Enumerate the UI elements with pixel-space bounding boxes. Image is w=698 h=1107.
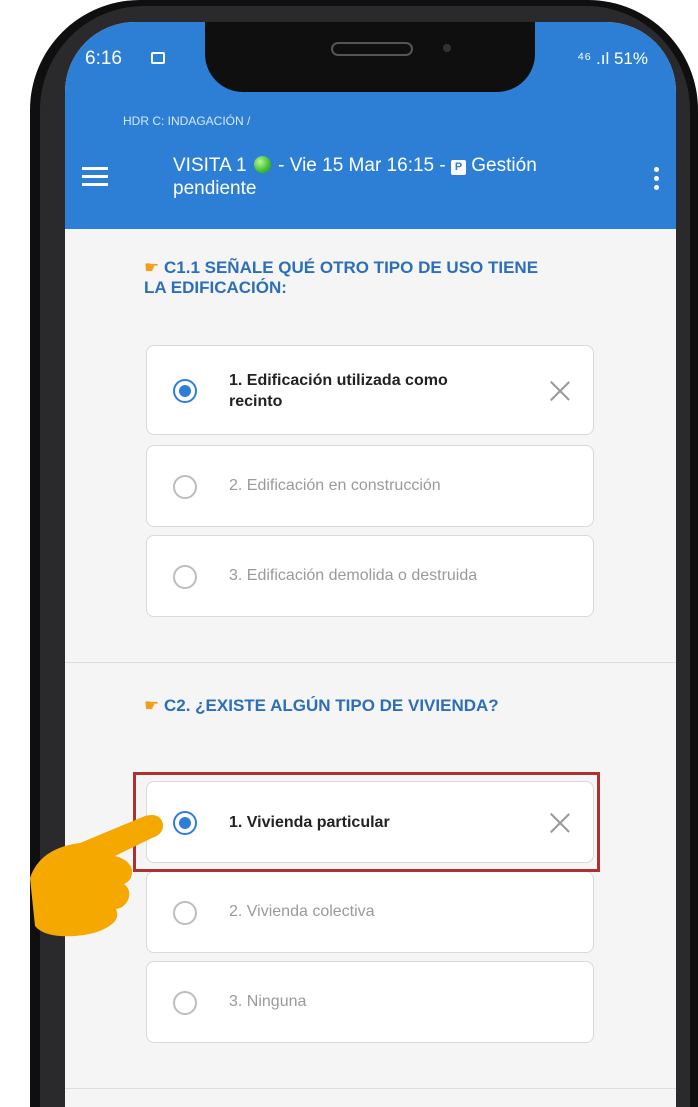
- status-indicators: ⁴⁶ .ıl 51%: [577, 49, 648, 68]
- pointing-hand-icon: ☛: [144, 696, 160, 715]
- camera-icon: [443, 44, 451, 52]
- phone-notch: [205, 22, 535, 92]
- radio-checked-icon[interactable]: [173, 379, 197, 403]
- option-c1-1-3[interactable]: 3. Edificación demolida o destruida: [146, 535, 594, 617]
- more-vert-icon[interactable]: [654, 167, 660, 195]
- radio-unchecked-icon[interactable]: [173, 991, 197, 1015]
- option-label: 2. Edificación en construcción: [229, 477, 441, 494]
- radio-unchecked-icon[interactable]: [173, 565, 197, 589]
- pointing-hand-icon: ☛: [144, 258, 160, 277]
- option-c1-1-2[interactable]: 2. Edificación en construcción: [146, 445, 594, 527]
- option-c1-1-1[interactable]: 1. Edificación utilizada como recinto: [146, 345, 594, 435]
- option-label: 1. Edificación utilizada como recinto: [229, 370, 448, 412]
- radio-unchecked-icon[interactable]: [173, 475, 197, 499]
- highlight-box: [133, 772, 600, 872]
- title-status-line2: pendiente: [173, 178, 257, 199]
- option-label: 2. Vivienda colectiva: [229, 903, 375, 920]
- question-c1-1-line1: C1.1 SEÑALE QUÉ OTRO TIPO DE USO TIENE: [163, 258, 539, 277]
- section-divider: [65, 662, 676, 663]
- question-c1-1-title: ☛ C1.1 SEÑALE QUÉ OTRO TIPO DE USO TIENE…: [144, 258, 538, 298]
- title-date: - Vie 15 Mar 16:15 -: [278, 155, 446, 176]
- image-notification-icon: [151, 52, 165, 64]
- option-label-line2: recinto: [229, 393, 283, 410]
- pointing-hand-icon: [30, 815, 164, 937]
- green-status-icon: [253, 156, 271, 173]
- option-c2-2[interactable]: 2. Vivienda colectiva: [146, 871, 594, 953]
- speaker-icon: [331, 42, 413, 56]
- close-icon[interactable]: [549, 380, 571, 402]
- question-c2-title: ☛ C2. ¿EXISTE ALGÚN TIPO DE VIVIENDA?: [144, 696, 499, 716]
- status-time: 6:16: [85, 48, 122, 69]
- option-label: 3. Ninguna: [229, 993, 307, 1010]
- pending-badge: P: [451, 160, 466, 175]
- question-c2-line1: C2. ¿EXISTE ALGÚN TIPO DE VIVIENDA?: [163, 696, 499, 715]
- radio-unchecked-icon[interactable]: [173, 901, 197, 925]
- app-bar: 6:16 ⁴⁶ .ıl 51% HDR C: INDAGACIÓN / VISI…: [65, 22, 676, 229]
- title-visit: VISITA 1: [173, 155, 247, 176]
- question-c1-1-line2: LA EDIFICACIÓN:: [144, 278, 287, 297]
- option-label: 3. Edificación demolida o destruida: [229, 567, 478, 584]
- option-label-line1: 1. Edificación utilizada como: [229, 372, 448, 389]
- page-title: VISITA 1 - Vie 15 Mar 16:15 - P Gestión …: [173, 154, 633, 200]
- menu-icon[interactable]: [82, 167, 108, 187]
- section-divider: [65, 1088, 676, 1089]
- breadcrumb[interactable]: HDR C: INDAGACIÓN /: [123, 114, 250, 128]
- title-status: Gestión: [471, 155, 537, 176]
- option-c2-3[interactable]: 3. Ninguna: [146, 961, 594, 1043]
